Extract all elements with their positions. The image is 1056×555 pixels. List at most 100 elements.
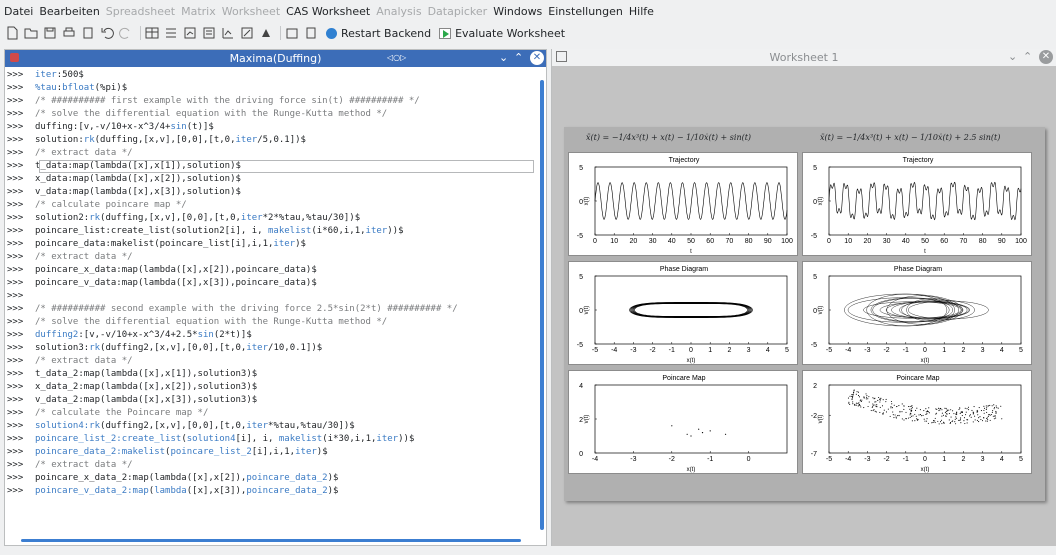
worksheet-canvas[interactable]: ẍ(t) = −1/4x³(t) + x(t) − 1/10ẋ(t) + sin… bbox=[564, 127, 1045, 501]
poincare-point bbox=[939, 407, 941, 410]
code-line[interactable]: >>> /* extract data */ bbox=[5, 147, 546, 160]
code-line[interactable]: >>> x_data:map(lambda([x],x[2]),solution)… bbox=[5, 173, 546, 186]
code-line[interactable]: >>> poincare_list_2:create_list(solution4… bbox=[5, 433, 546, 446]
poincare-point bbox=[897, 415, 899, 417]
poincare-point bbox=[945, 410, 947, 413]
poincare-point bbox=[997, 407, 999, 409]
datapicker-icon[interactable] bbox=[258, 25, 274, 41]
poincare-point bbox=[866, 395, 868, 397]
code-line[interactable]: >>> /* extract data */ bbox=[5, 251, 546, 264]
file-icon[interactable] bbox=[303, 25, 319, 41]
code-line[interactable]: >>> iter:500$ bbox=[5, 69, 546, 82]
menu-matrix[interactable]: Matrix bbox=[181, 5, 216, 18]
poincare-point bbox=[978, 421, 980, 423]
notes-icon[interactable] bbox=[201, 25, 217, 41]
code-line[interactable]: >>> solution3:rk(duffing2,[x,v],[0,0],[t,… bbox=[5, 342, 546, 355]
matrix-icon[interactable] bbox=[163, 25, 179, 41]
prompt-label: >>> bbox=[7, 265, 24, 275]
menu-cas-worksheet[interactable]: CAS Worksheet bbox=[286, 5, 370, 18]
chevron-down-icon[interactable]: ⌄ bbox=[499, 51, 508, 64]
code-line[interactable]: >>> t_data_2:map(lambda([x],x[1]),solutio… bbox=[5, 368, 546, 381]
poincare-point bbox=[986, 420, 988, 422]
poincare-point bbox=[847, 397, 850, 399]
analysis-icon[interactable] bbox=[239, 25, 255, 41]
code-line[interactable]: >>> /* extract data */ bbox=[5, 459, 546, 472]
folder-icon[interactable] bbox=[284, 25, 300, 41]
code-line[interactable]: >>> poincare_v_data:map(lambda([x],x[3]),… bbox=[5, 277, 546, 290]
code-line[interactable]: >>> poincare_data_2:makelist(poincare_lis… bbox=[5, 446, 546, 459]
table-icon[interactable] bbox=[144, 25, 160, 41]
menu-worksheet[interactable]: Worksheet bbox=[222, 5, 280, 18]
code-line[interactable]: >>> /* solve the differential equation wi… bbox=[5, 108, 546, 121]
code-line[interactable]: >>> poincare_data:makelist(poincare_list[… bbox=[5, 238, 546, 251]
vertical-scrollbar[interactable] bbox=[540, 80, 544, 530]
chevron-up-icon[interactable]: ⌃ bbox=[514, 51, 523, 64]
code-line[interactable]: >>> /* calculate the Poincare map */ bbox=[5, 407, 546, 420]
code-line[interactable]: >>> poincare_x_data_2:map(lambda([x],x[2]… bbox=[5, 472, 546, 485]
code-line[interactable]: >>> solution4:rk(duffing2,[x,v],[0,0],[t,… bbox=[5, 420, 546, 433]
redo-icon[interactable] bbox=[118, 25, 134, 41]
code-line[interactable]: >>> /* ########## second example with the… bbox=[5, 303, 546, 316]
close-icon[interactable]: ✕ bbox=[530, 51, 544, 65]
close-icon[interactable]: ✕ bbox=[1039, 50, 1053, 64]
code-line[interactable]: >>> /* calculate poincare map */ bbox=[5, 199, 546, 212]
undo-icon[interactable] bbox=[99, 25, 115, 41]
menu-analysis[interactable]: Analysis bbox=[376, 5, 421, 18]
plot-2[interactable]: Trajectory 0 10 20 30 40 50 60 70 80 90 100 5 0 -5 t x(t… bbox=[802, 152, 1032, 256]
code-line[interactable]: >>> solution2:rk(duffing,[x,v],[0,0],[t,0… bbox=[5, 212, 546, 225]
x-tick-label: 100 bbox=[1015, 238, 1027, 245]
worksheet-icon[interactable] bbox=[182, 25, 198, 41]
chart-icon[interactable] bbox=[220, 25, 236, 41]
plot-6[interactable]: Poincare Map -5 -4 -3 -2 -1 0 1 2 3 4 5 2 -2 -7 x(t) v(t… bbox=[802, 370, 1032, 474]
menu-datei[interactable]: Datei bbox=[4, 5, 33, 18]
code-line[interactable]: >>> solution:rk(duffing,[x,v],[0,0],[t,0,… bbox=[5, 134, 546, 147]
horizontal-scrollbar[interactable] bbox=[21, 539, 521, 542]
open-folder-icon[interactable] bbox=[23, 25, 39, 41]
code-editor[interactable]: >>> iter:500$ >>> %tau:bfloat(%pi)$ >>>/* ##… bbox=[5, 67, 546, 498]
poincare-point bbox=[969, 414, 971, 416]
phase-orbit bbox=[631, 302, 751, 318]
menu-spreadsheet[interactable]: Spreadsheet bbox=[106, 5, 175, 18]
poincare-point bbox=[941, 409, 943, 411]
new-icon[interactable] bbox=[4, 25, 20, 41]
code-line[interactable]: >>> bbox=[5, 290, 546, 303]
poincare-point bbox=[1000, 405, 1002, 407]
plot-4[interactable]: Phase Diagram -5 -4 -3 -2 -1 0 1 2 3 4 5 5 0 -5 x(t) v(t… bbox=[802, 261, 1032, 365]
chevron-up-icon[interactable]: ⌃ bbox=[1023, 50, 1032, 63]
poincare-point bbox=[994, 406, 996, 409]
chevron-down-icon[interactable]: ⌄ bbox=[1008, 50, 1017, 63]
cas-worksheet-panel: Maxima(Duffing) ◁○▷ ⌄ ⌃ ✕ >>> iter:500$ >>… bbox=[4, 49, 547, 546]
menu-einstellungen[interactable]: Einstellungen bbox=[548, 5, 623, 18]
plot-5[interactable]: Poincare Map -4 -3 -2 -1 0 4 2 0 x(t) v(t) bbox=[568, 370, 798, 474]
save-icon[interactable] bbox=[42, 25, 58, 41]
code-line[interactable]: >>> v_data:map(lambda([x],x[3]),solution)… bbox=[5, 186, 546, 199]
code-line[interactable]: >>> poincare_list:create_list(solution2[i… bbox=[5, 225, 546, 238]
plot-frame bbox=[828, 275, 1022, 345]
evaluate-worksheet-button[interactable]: Evaluate Worksheet bbox=[439, 27, 565, 40]
code-line[interactable]: >>> x_data_2:map(lambda([x],x[2]),solutio… bbox=[5, 381, 546, 394]
code-line[interactable]: >>> /* ########## first example with the … bbox=[5, 95, 546, 108]
poincare-point bbox=[994, 415, 996, 417]
menu-hilfe[interactable]: Hilfe bbox=[629, 5, 654, 18]
code-line[interactable]: >>> duffing:[v,-v/10+x-x^3/4+sin(t)]$ bbox=[5, 121, 546, 134]
print-preview-icon[interactable] bbox=[80, 25, 96, 41]
code-token: rk bbox=[89, 213, 101, 223]
menu-bearbeiten[interactable]: Bearbeiten bbox=[39, 5, 99, 18]
poincare-point bbox=[965, 411, 967, 413]
poincare-point bbox=[916, 407, 918, 409]
code-line[interactable]: >>> v_data_2:map(lambda([x],x[3]),solutio… bbox=[5, 394, 546, 407]
restart-backend-button[interactable]: Restart Backend bbox=[326, 27, 431, 40]
print-icon[interactable] bbox=[61, 25, 77, 41]
plot-3[interactable]: Phase Diagram -5 -4 -3 -2 -1 0 1 2 3 4 5 5 0 -5 x(t) v(t… bbox=[568, 261, 798, 365]
menu-windows[interactable]: Windows bbox=[493, 5, 542, 18]
code-line[interactable]: >>> %tau:bfloat(%pi)$ bbox=[5, 82, 546, 95]
x-tick-label: 40 bbox=[668, 238, 676, 245]
code-line[interactable]: >>> /* extract data */ bbox=[5, 355, 546, 368]
code-line[interactable]: >>> poincare_v_data_2:map(lambda([x],x[3]… bbox=[5, 485, 546, 498]
code-line[interactable]: >>> t_data:map(lambda([x],x[1]),solution)… bbox=[5, 160, 546, 173]
menu-datapicker[interactable]: Datapicker bbox=[428, 5, 488, 18]
code-line[interactable]: >>> /* solve the differential equation wi… bbox=[5, 316, 546, 329]
code-line[interactable]: >>> duffing2:[v,-v/10+x-x^3/4+2.5*sin(2*t… bbox=[5, 329, 546, 342]
plot-1[interactable]: Trajectory 0 10 20 30 40 50 60 70 80 90 100 5 0 -5 t x(t… bbox=[568, 152, 798, 256]
code-line[interactable]: >>> poincare_x_data:map(lambda([x],x[2]),… bbox=[5, 264, 546, 277]
